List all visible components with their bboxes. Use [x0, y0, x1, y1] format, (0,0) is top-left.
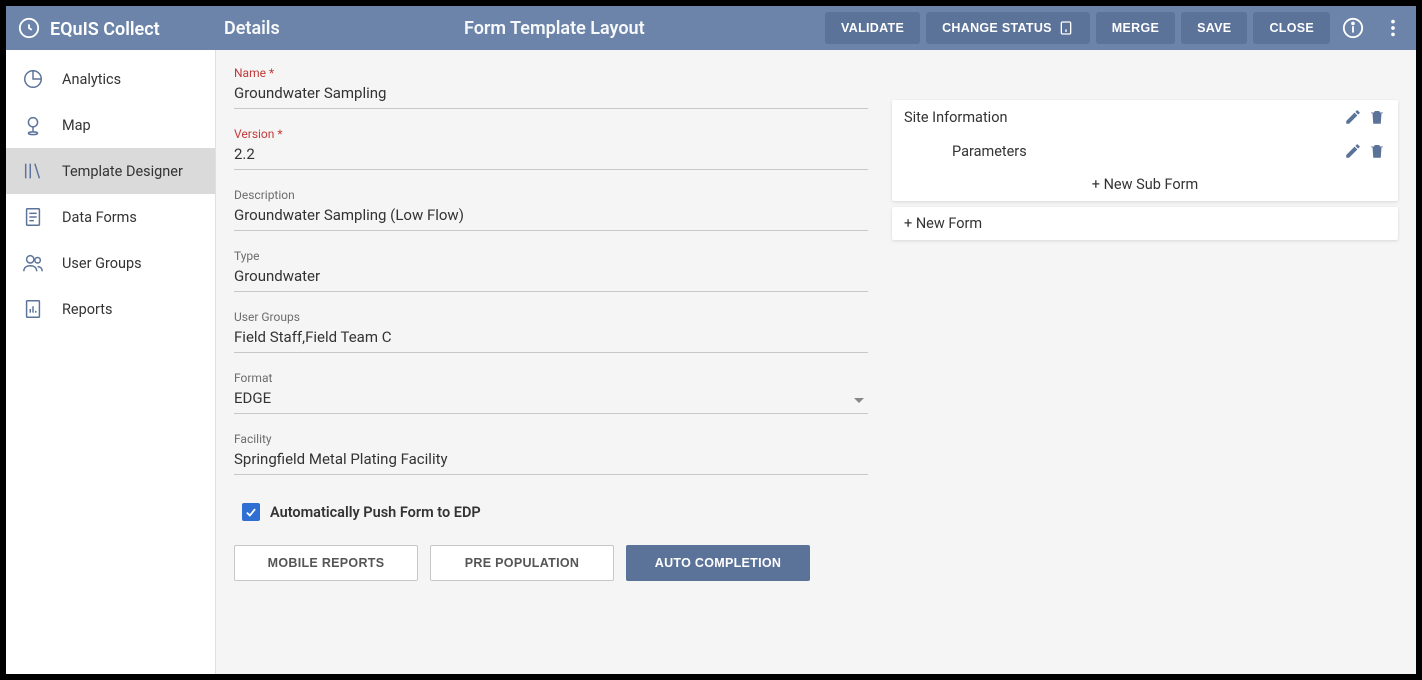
field-label: Version	[234, 127, 868, 141]
new-form-card: + New Form	[892, 207, 1398, 240]
field-value: Groundwater Sampling (Low Flow)	[234, 204, 868, 226]
save-button[interactable]: SAVE	[1181, 12, 1247, 44]
field-name[interactable]: Name Groundwater Sampling	[234, 66, 868, 109]
form-tree-column: Site Information Parameters + New	[886, 50, 1416, 674]
trash-icon[interactable]	[1368, 142, 1386, 160]
field-value: Field Staff,Field Team C	[234, 326, 868, 348]
tree-node-site-information[interactable]: Site Information	[892, 100, 1398, 134]
pencil-icon[interactable]	[1344, 142, 1362, 160]
report-icon	[22, 298, 44, 320]
field-label: Name	[234, 66, 868, 80]
sidebar: Analytics Map Template Designer Data For…	[6, 50, 216, 674]
tree-node-label: Site Information	[904, 109, 1008, 126]
sidebar-item-map[interactable]: Map	[6, 102, 215, 148]
checkbox-label: Automatically Push Form to EDP	[270, 504, 481, 521]
info-icon[interactable]	[1336, 11, 1370, 45]
tab-mobile-reports[interactable]: MOBILE REPORTS	[234, 545, 418, 581]
field-format[interactable]: Format EDGE	[234, 371, 868, 414]
hand-tap-icon	[1058, 20, 1074, 36]
sidebar-item-label: Data Forms	[62, 209, 137, 226]
field-user-groups[interactable]: User Groups Field Staff,Field Team C	[234, 310, 868, 353]
field-value: EDGE	[234, 387, 868, 409]
form-tree-card: Site Information Parameters + New	[892, 100, 1398, 201]
sidebar-item-label: Analytics	[62, 71, 121, 88]
change-status-button[interactable]: CHANGE STATUS	[926, 12, 1090, 44]
trash-icon[interactable]	[1368, 108, 1386, 126]
books-icon	[22, 160, 44, 182]
field-version[interactable]: Version 2.2	[234, 127, 868, 170]
close-button[interactable]: CLOSE	[1253, 12, 1330, 44]
sidebar-item-reports[interactable]: Reports	[6, 286, 215, 332]
field-value: Springfield Metal Plating Facility	[234, 448, 868, 470]
field-value: Groundwater	[234, 265, 868, 287]
sidebar-item-template-designer[interactable]: Template Designer	[6, 148, 215, 194]
sidebar-item-analytics[interactable]: Analytics	[6, 56, 215, 102]
sidebar-item-label: Template Designer	[62, 163, 183, 180]
app-header: EQuIS Collect Details Form Template Layo…	[6, 6, 1416, 50]
header-actions: VALIDATE CHANGE STATUS MERGE SAVE CLOSE	[825, 11, 1410, 45]
more-vert-icon[interactable]	[1376, 11, 1410, 45]
map-pin-icon	[22, 114, 44, 136]
change-status-label: CHANGE STATUS	[942, 21, 1052, 35]
field-label: Facility	[234, 432, 868, 446]
field-value: Groundwater Sampling	[234, 82, 868, 104]
field-type[interactable]: Type Groundwater	[234, 249, 868, 292]
field-label: User Groups	[234, 310, 868, 324]
sidebar-item-label: User Groups	[62, 255, 142, 272]
brand: EQuIS Collect	[18, 17, 216, 39]
new-form-button[interactable]: + New Form	[892, 207, 1398, 240]
brand-name: EQuIS Collect	[50, 19, 160, 40]
tree-node-parameters[interactable]: Parameters	[892, 134, 1398, 168]
validate-button[interactable]: VALIDATE	[825, 12, 920, 44]
chevron-down-icon	[854, 398, 864, 403]
checkbox-checked-icon[interactable]	[242, 503, 260, 521]
field-label: Description	[234, 188, 868, 202]
new-sub-form-button[interactable]: + New Sub Form	[892, 168, 1398, 201]
field-label: Format	[234, 371, 868, 385]
tree-node-label: Parameters	[952, 143, 1027, 160]
sidebar-item-data-forms[interactable]: Data Forms	[6, 194, 215, 240]
sidebar-item-label: Reports	[62, 301, 113, 318]
sidebar-item-user-groups[interactable]: User Groups	[6, 240, 215, 286]
field-label: Type	[234, 249, 868, 263]
users-icon	[22, 252, 44, 274]
tab-auto-completion[interactable]: AUTO COMPLETION	[626, 545, 810, 581]
merge-button[interactable]: MERGE	[1096, 12, 1175, 44]
sidebar-item-label: Map	[62, 117, 91, 134]
field-value: 2.2	[234, 143, 868, 165]
pie-chart-icon	[22, 68, 44, 90]
header-title-details: Details	[224, 18, 464, 39]
field-facility[interactable]: Facility Springfield Metal Plating Facil…	[234, 432, 868, 475]
details-column: Name Groundwater Sampling Version 2.2 De…	[216, 50, 886, 674]
main-content: Name Groundwater Sampling Version 2.2 De…	[216, 50, 1416, 674]
bottom-tabs: MOBILE REPORTS PRE POPULATION AUTO COMPL…	[234, 545, 868, 581]
pencil-icon[interactable]	[1344, 108, 1362, 126]
form-icon	[22, 206, 44, 228]
header-title-layout: Form Template Layout	[464, 18, 825, 39]
auto-push-checkbox-row[interactable]: Automatically Push Form to EDP	[242, 503, 868, 521]
field-description[interactable]: Description Groundwater Sampling (Low Fl…	[234, 188, 868, 231]
tab-pre-population[interactable]: PRE POPULATION	[430, 545, 614, 581]
app-logo-icon	[18, 17, 40, 39]
